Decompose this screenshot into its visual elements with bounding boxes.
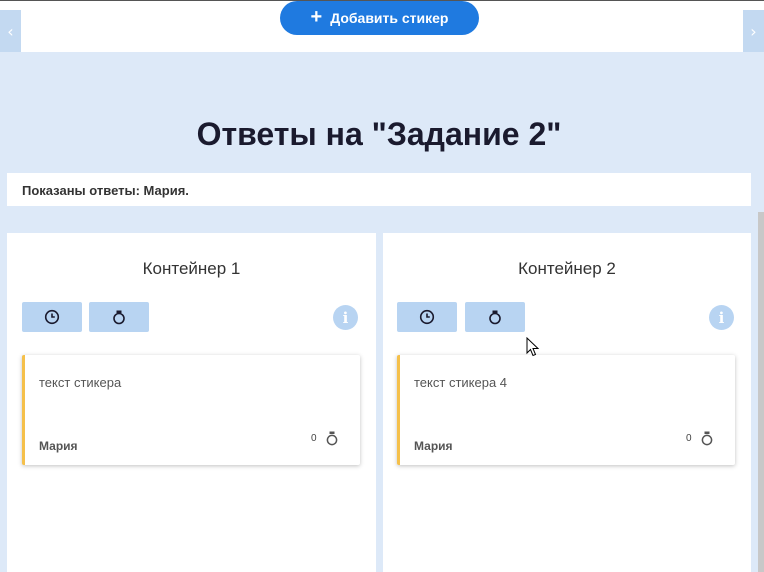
like-bomb-icon[interactable] [700, 431, 714, 446]
chevron-right-icon: › [750, 21, 757, 41]
add-sticker-button[interactable]: + Добавить стикер [280, 1, 479, 35]
mouse-cursor-icon [526, 337, 540, 357]
clock-icon [44, 309, 60, 325]
scrollbar[interactable] [758, 212, 764, 572]
sticker-author: Мария [414, 439, 453, 453]
sort-by-time-button[interactable] [397, 302, 457, 332]
sort-by-likes-button[interactable] [89, 302, 149, 332]
add-sticker-label: Добавить стикер [330, 10, 449, 26]
sticker-text: текст стикера [39, 375, 122, 390]
chevron-left-icon: ‹ [7, 21, 14, 41]
clock-icon [419, 309, 435, 325]
sort-by-likes-button[interactable] [465, 302, 525, 332]
sticker-card[interactable]: текст стикера Мария 0 [22, 355, 360, 465]
like-count: 0 [686, 433, 692, 444]
sticker-text: текст стикера 4 [414, 375, 508, 390]
like-bomb-icon[interactable] [325, 431, 339, 446]
like-count: 0 [311, 433, 317, 444]
container-1: Контейнер 1 i текст стикера Мария 0 [7, 233, 376, 572]
info-icon: i [342, 308, 349, 327]
container-title: Контейнер 2 [518, 259, 616, 278]
plus-icon: + [310, 6, 323, 28]
nav-next-button[interactable]: › [743, 10, 764, 52]
info-button[interactable]: i [709, 305, 734, 330]
container-title: Контейнер 1 [142, 259, 241, 278]
nav-prev-button[interactable]: ‹ [0, 10, 21, 52]
sticker-card[interactable]: текст стикера 4 Мария 0 [397, 355, 735, 465]
bomb-icon [113, 310, 125, 325]
page-title: Ответы на "Задание 2" [196, 116, 562, 152]
filter-info: Показаны ответы: Мария. [7, 173, 751, 206]
sort-by-time-button[interactable] [22, 302, 82, 332]
top-toolbar: + Добавить стикер [0, 0, 764, 52]
container-2: Контейнер 2 i текст стикера 4 Мария 0 [383, 233, 751, 572]
info-icon: i [718, 308, 725, 327]
sticker-author: Мария [39, 439, 78, 453]
bomb-icon [489, 310, 501, 325]
info-button[interactable]: i [333, 305, 358, 330]
